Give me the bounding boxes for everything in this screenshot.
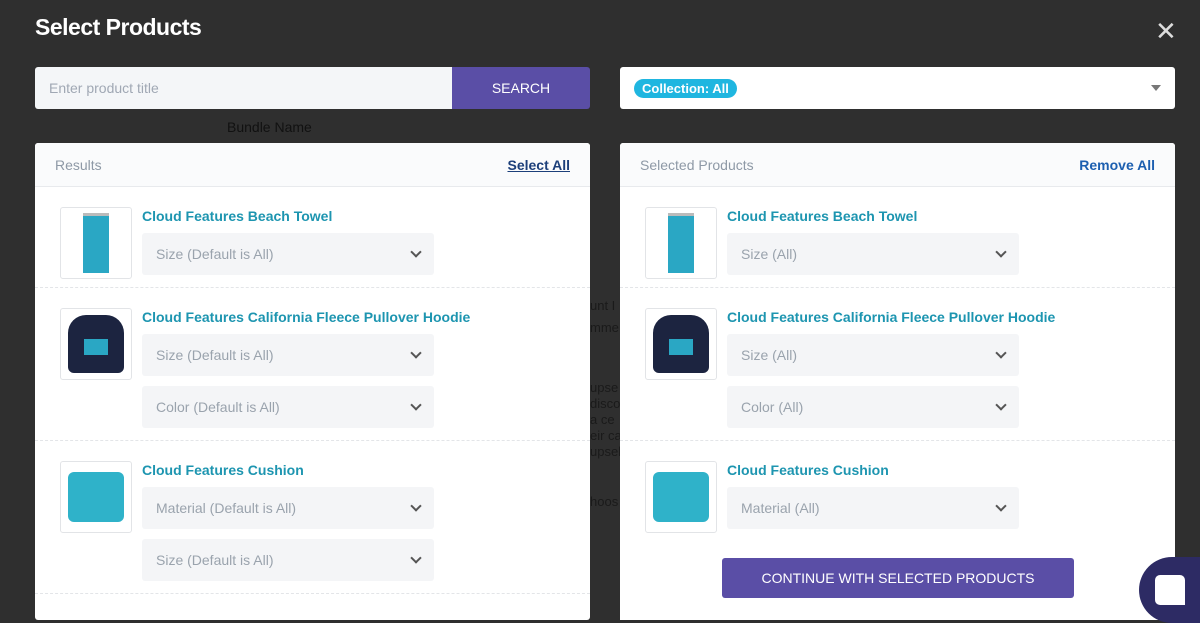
product-item: Cloud Features Cushion Material (All) (620, 441, 1175, 542)
hoodie-image (68, 315, 124, 373)
product-thumbnail (645, 308, 717, 380)
search-input[interactable] (35, 67, 452, 109)
variant-select-value: Size (Default is All) (156, 552, 274, 568)
bundle-name-label: Bundle Name (227, 119, 312, 135)
results-panel: Results Select All Cloud Features Beach … (35, 143, 590, 620)
product-item: Cloud Features California Fleece Pullove… (35, 288, 590, 441)
background-text-fragment: unt I (590, 298, 616, 313)
variant-select[interactable]: Material (Default is All) (142, 487, 434, 529)
variant-select-value: Color (Default is All) (156, 399, 280, 415)
chevron-down-icon (410, 552, 422, 564)
selected-header: Selected Products (640, 156, 754, 173)
product-thumbnail (60, 461, 132, 533)
product-thumbnail (645, 461, 717, 533)
variant-select-value: Material (Default is All) (156, 500, 297, 516)
variant-select-value: Size (Default is All) (156, 347, 274, 363)
background-text-fragment: upsel (590, 444, 620, 459)
variant-select-value: Color (All) (741, 399, 804, 415)
product-thumbnail (645, 207, 717, 279)
chat-widget-button[interactable] (1139, 557, 1200, 623)
chevron-down-icon (410, 246, 422, 258)
cushion-image (68, 472, 124, 522)
product-name[interactable]: Cloud Features Cushion (142, 461, 434, 479)
background-text-fragment: mme (590, 320, 619, 335)
cushion-image (653, 472, 709, 522)
chevron-down-icon (410, 347, 422, 359)
chat-icon (1154, 575, 1185, 605)
results-header: Results (55, 156, 102, 173)
variant-select[interactable]: Size (Default is All) (142, 233, 434, 275)
product-item: Cloud Features Cushion Material (Default … (35, 441, 590, 594)
search-bar: SEARCH (35, 67, 590, 109)
product-item: Cloud Features Beach Towel Size (All) (620, 187, 1175, 288)
variant-select-value: Size (All) (741, 246, 798, 262)
remove-all-link[interactable]: Remove All (1079, 157, 1155, 173)
caret-down-icon (1151, 85, 1161, 91)
variant-select[interactable]: Size (All) (727, 334, 1019, 376)
product-name[interactable]: Cloud Features Beach Towel (727, 207, 1019, 225)
chevron-down-icon (995, 500, 1007, 512)
background-text-fragment: a ce (590, 412, 615, 427)
collection-badge: Collection: All (634, 78, 737, 98)
close-icon[interactable]: ✕ (1155, 18, 1177, 44)
variant-select[interactable]: Size (Default is All) (142, 334, 434, 376)
variant-select-value: Material (All) (741, 500, 820, 516)
continue-button[interactable]: CONTINUE WITH SELECTED PRODUCTS (722, 558, 1074, 598)
variant-select[interactable]: Color (Default is All) (142, 386, 434, 428)
towel-image (668, 213, 694, 273)
background-text-fragment: hoos (590, 494, 619, 509)
chevron-down-icon (410, 500, 422, 512)
background-text-fragment: disco (590, 396, 620, 411)
product-thumbnail (60, 308, 132, 380)
select-all-link[interactable]: Select All (507, 157, 570, 173)
product-name[interactable]: Cloud Features California Fleece Pullove… (727, 308, 1055, 326)
hoodie-image (653, 315, 709, 373)
product-item: Cloud Features Beach Towel Size (Default … (35, 187, 590, 288)
collection-dropdown[interactable]: Collection: All (620, 67, 1175, 109)
variant-select-value: Size (Default is All) (156, 246, 274, 262)
product-name[interactable]: Cloud Features Beach Towel (142, 207, 434, 225)
chevron-down-icon (410, 399, 422, 411)
chevron-down-icon (995, 347, 1007, 359)
product-item: Cloud Features California Fleece Pullove… (620, 288, 1175, 441)
variant-select-value: Size (All) (741, 347, 798, 363)
background-text-fragment: eir ca (590, 428, 620, 443)
variant-select[interactable]: Color (All) (727, 386, 1019, 428)
product-name[interactable]: Cloud Features California Fleece Pullove… (142, 308, 470, 326)
product-thumbnail (60, 207, 132, 279)
background-text-fragment: upse (590, 380, 619, 395)
modal-title: Select Products (35, 14, 202, 40)
search-button[interactable]: SEARCH (452, 67, 590, 109)
towel-image (83, 213, 109, 273)
chevron-down-icon (995, 399, 1007, 411)
variant-select[interactable]: Material (All) (727, 487, 1019, 529)
variant-select[interactable]: Size (All) (727, 233, 1019, 275)
product-name[interactable]: Cloud Features Cushion (727, 461, 1019, 479)
chevron-down-icon (995, 246, 1007, 258)
variant-select[interactable]: Size (Default is All) (142, 539, 434, 581)
